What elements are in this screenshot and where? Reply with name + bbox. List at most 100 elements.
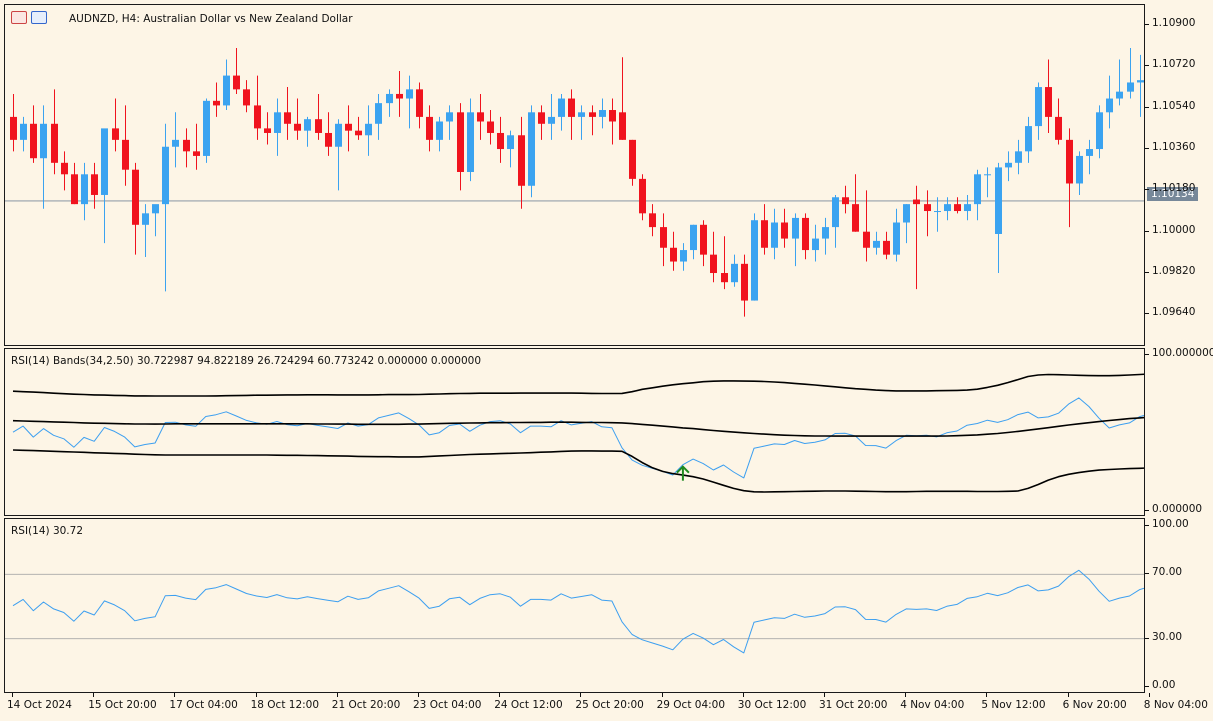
rsi-pane[interactable]: RSI(14) 30.72	[4, 518, 1145, 693]
rsi-axis-label: 0.00	[1152, 679, 1176, 691]
candle-body	[325, 132, 332, 147]
time-axis-tick	[174, 693, 176, 697]
price-axis-tick	[1145, 24, 1149, 26]
candle	[1086, 139, 1093, 175]
candle	[284, 87, 291, 140]
candle-body	[375, 103, 382, 124]
candle	[375, 93, 382, 140]
time-axis-tick	[12, 693, 13, 697]
candle	[497, 116, 504, 163]
candle-body	[497, 132, 504, 150]
candle	[660, 213, 667, 267]
candle-body	[345, 123, 352, 131]
bands-axis-tick	[1145, 354, 1149, 355]
candle	[761, 204, 768, 255]
price-axis-tick	[1145, 65, 1149, 67]
time-axis[interactable]: 14 Oct 2024 15 Oct 20:00 17 Oct 04:00 18 Oc…	[4, 693, 1208, 721]
time-axis-label: 29 Oct 04:00	[656, 699, 726, 711]
price-chart-pane[interactable]: AUDNZD, H4: Australian Dollar vs New Zea…	[4, 4, 1145, 346]
candle-body	[457, 112, 464, 172]
candle	[1005, 151, 1012, 182]
time-axis-tick	[93, 693, 95, 697]
candle-body	[771, 222, 778, 248]
candle-body	[1096, 112, 1103, 150]
candle	[71, 162, 78, 205]
candle	[1015, 139, 1022, 175]
candle	[325, 112, 332, 156]
candle-body	[792, 217, 799, 239]
candle	[883, 231, 890, 260]
candle-body	[578, 112, 585, 117]
candle	[700, 220, 707, 267]
candle-body	[112, 128, 119, 140]
candle	[1025, 116, 1032, 163]
chart-window[interactable]: AUDNZD, H4: Australian Dollar vs New Zea…	[0, 0, 1213, 721]
candle	[223, 59, 230, 111]
rsi-label: RSI(14) 30.72	[11, 525, 84, 537]
candle-body	[213, 100, 220, 106]
candle-body	[40, 123, 47, 159]
candle-body	[893, 222, 900, 255]
candle-body	[436, 121, 443, 140]
rsi-axis-label: 100.00	[1152, 518, 1189, 530]
candle-body	[528, 112, 535, 186]
candle-body	[91, 174, 98, 195]
candle	[507, 130, 514, 168]
candle	[873, 231, 880, 255]
candle-body	[954, 204, 961, 212]
candle	[984, 167, 991, 198]
time-axis-tick	[661, 693, 663, 697]
candle	[162, 123, 169, 292]
candle-body	[1076, 155, 1083, 184]
candle-body	[132, 169, 139, 225]
candle-body	[1086, 149, 1093, 156]
candle	[670, 231, 677, 271]
time-axis-label: 6 Nov 20:00	[1062, 699, 1127, 711]
rsi-axis-tick	[1145, 573, 1149, 575]
candle-body	[822, 227, 829, 239]
candle-body	[243, 89, 250, 106]
candle-body	[183, 139, 190, 152]
candle	[578, 105, 585, 140]
candle	[954, 197, 961, 214]
price-axis[interactable]: 1.10134 1.10900 1.10720 1.10540 1.10360 1.10…	[1145, 4, 1213, 346]
rsi-axis-label: 70.00	[1152, 566, 1183, 579]
time-axis-tick	[418, 693, 419, 697]
candle	[812, 224, 819, 262]
bands-axis[interactable]: 100.000000 0.000000	[1145, 347, 1213, 516]
candle	[852, 174, 859, 232]
candle-body	[477, 112, 484, 122]
candle	[264, 112, 271, 145]
candle-body	[934, 211, 941, 213]
candle-body	[619, 112, 626, 140]
chart-menu-icon[interactable]	[11, 11, 27, 24]
candle-body	[761, 220, 768, 248]
bands-axis-label: 100.000000	[1152, 347, 1213, 359]
candle-body	[142, 213, 149, 225]
candle	[1137, 54, 1144, 117]
lower-band-line	[12, 449, 1144, 493]
candle-body	[639, 178, 646, 214]
rsi-axis-tick	[1145, 637, 1149, 639]
rsi-bands-pane[interactable]: RSI(14) Bands(34,2.50) 30.722987 94.8221…	[4, 348, 1145, 516]
rsi-axis[interactable]: 100.00 70.00 30.00 0.00	[1145, 518, 1213, 693]
candle	[518, 116, 525, 209]
rsi-bands-label: RSI(14) Bands(34,2.50) 30.722987 94.8221…	[11, 355, 481, 367]
candle-body	[924, 204, 931, 212]
candle-body	[599, 110, 606, 117]
chart-properties-icon[interactable]	[31, 11, 47, 24]
candle-body	[274, 112, 281, 133]
time-axis-label: 14 Oct 2024	[7, 699, 72, 711]
candle	[61, 151, 68, 191]
candle-body	[812, 238, 819, 251]
time-axis-tick	[986, 693, 988, 697]
candle-body	[873, 240, 880, 248]
time-axis-tick	[742, 693, 744, 697]
candle	[203, 98, 210, 163]
time-axis-label: 17 Oct 04:00	[169, 699, 238, 711]
time-axis-tick	[1148, 693, 1150, 697]
candle-body	[20, 123, 27, 140]
candle-body	[1127, 82, 1134, 92]
candle-body	[700, 224, 707, 255]
upper-band-line	[12, 373, 1144, 397]
